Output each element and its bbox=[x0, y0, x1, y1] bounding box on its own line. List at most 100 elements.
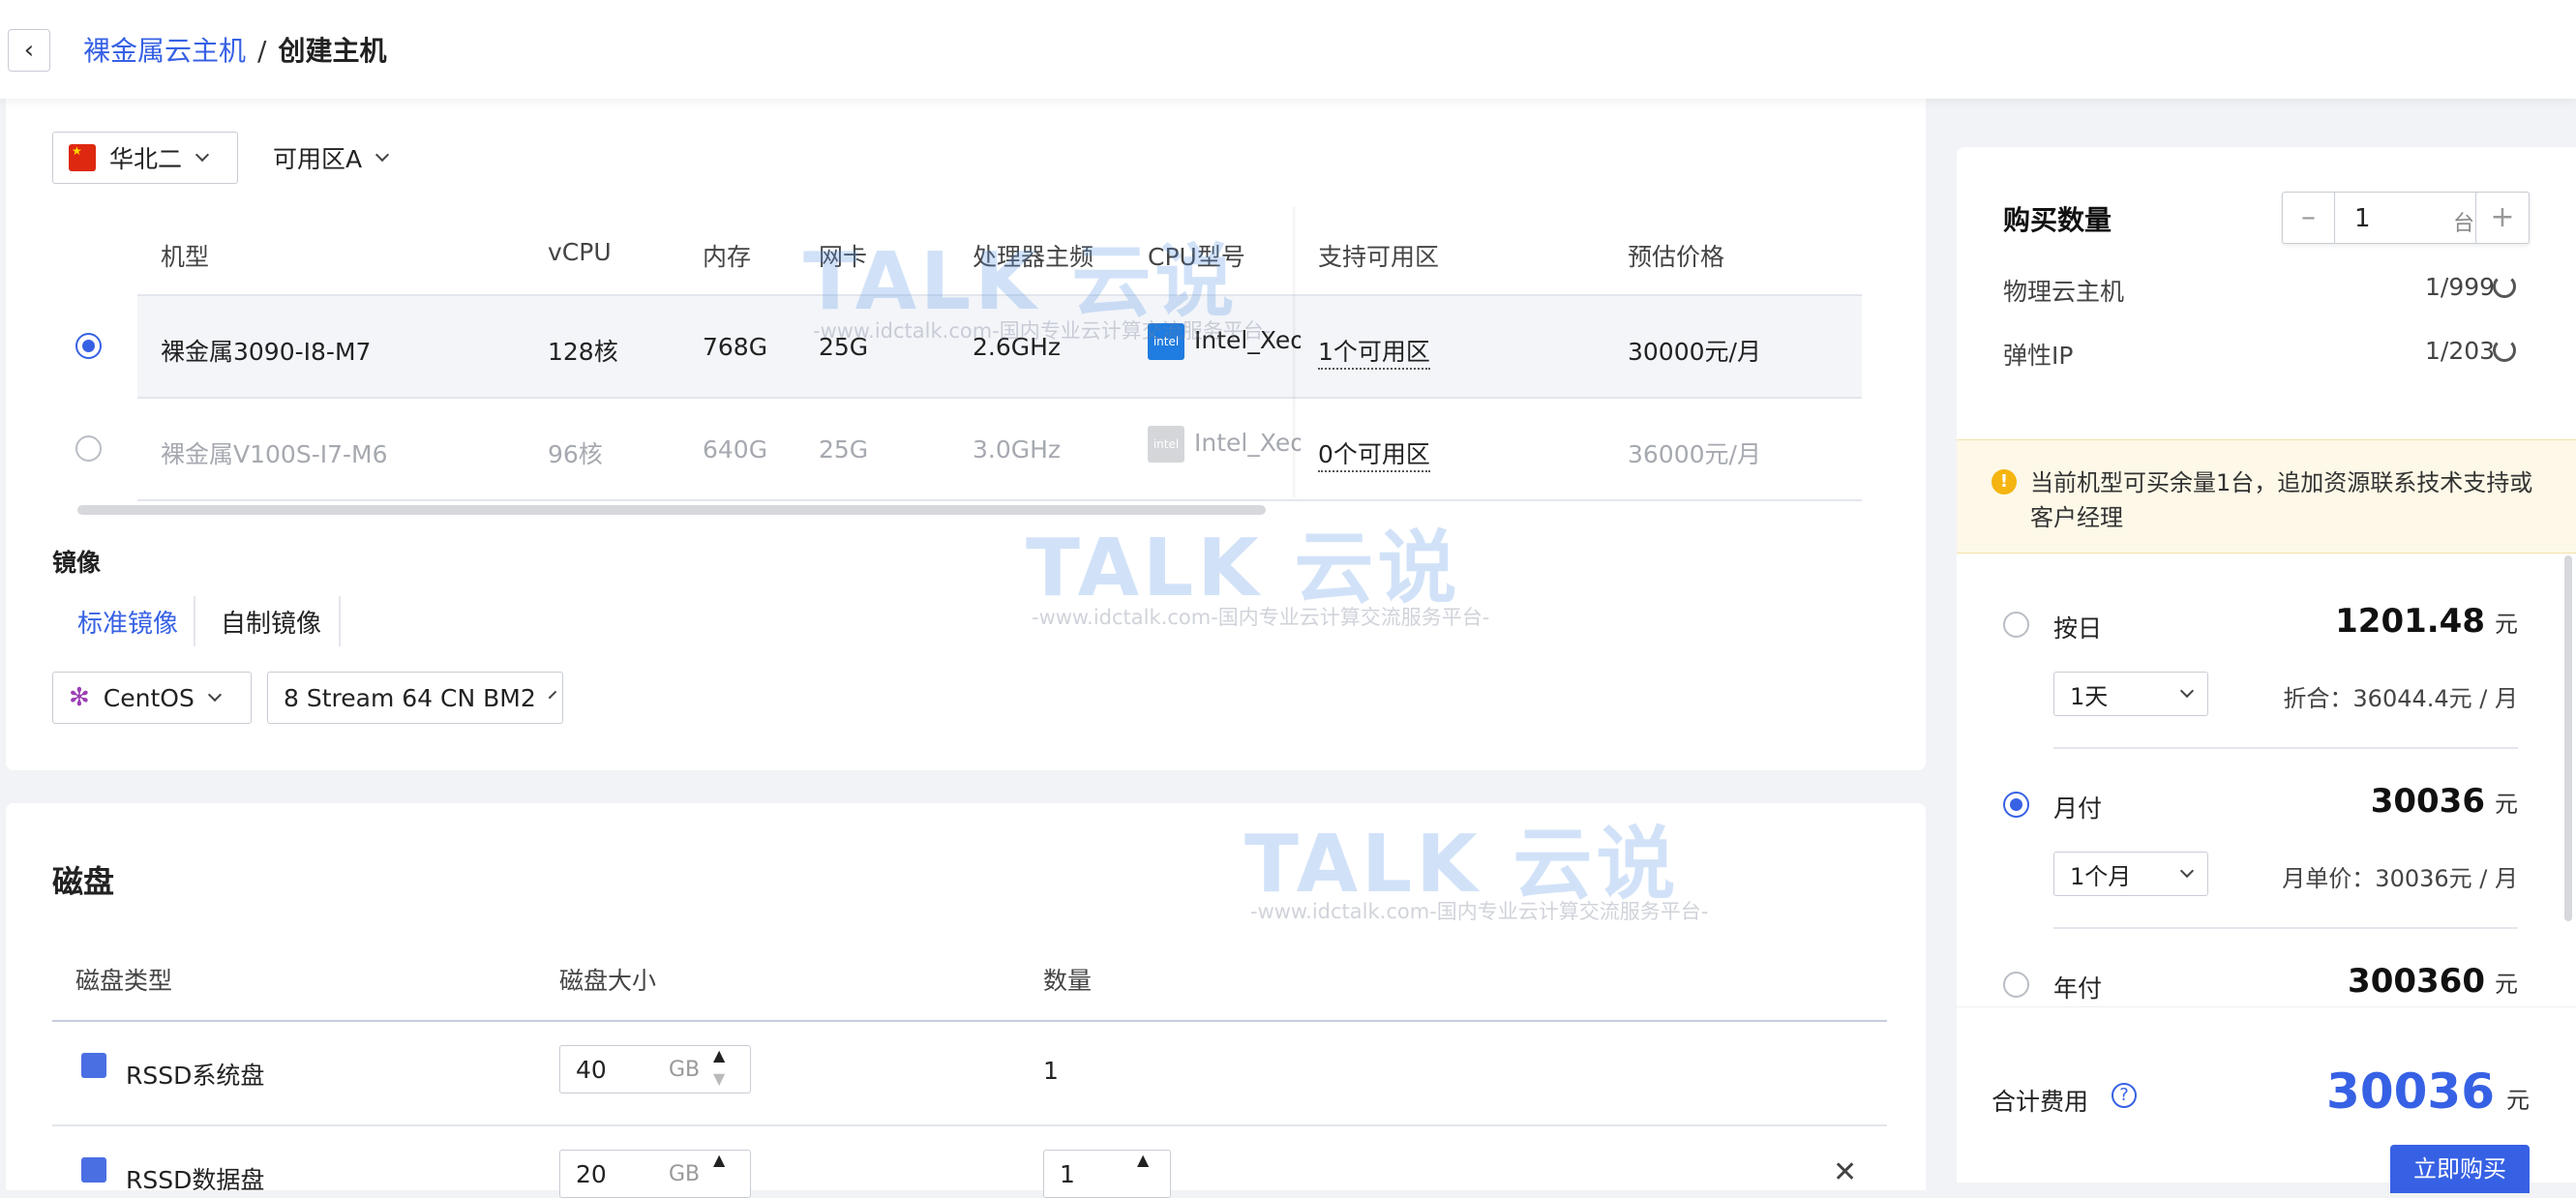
cell-model: 裸金属V100S-I7-M6 bbox=[161, 440, 388, 468]
os-value: CentOS bbox=[103, 683, 195, 712]
cell-model: 裸金属3090-I8-M7 bbox=[161, 338, 372, 366]
billing-daily-radio[interactable] bbox=[2003, 612, 2029, 638]
row-divider bbox=[137, 499, 1862, 501]
disk-count-input[interactable]: 1 ▲ bbox=[1043, 1150, 1171, 1198]
total-label: 合计费用 bbox=[1992, 1088, 2089, 1116]
cell-cpu: intel Intel_Xeo bbox=[1148, 323, 1301, 360]
cell-vcpu: 128核 bbox=[548, 338, 618, 366]
disk-size-unit: GB bbox=[669, 1162, 701, 1186]
remove-disk-icon[interactable]: ✕ bbox=[1833, 1155, 1857, 1189]
billing-monthly-price: 30036 元 bbox=[2371, 782, 2518, 821]
chevron-down-icon bbox=[195, 147, 210, 163]
image-tabs: 标准镜像 自制镜像 bbox=[52, 596, 341, 646]
daily-period-select[interactable]: 1天 bbox=[2053, 672, 2208, 716]
intel-icon: intel bbox=[1148, 323, 1184, 360]
chevron-left-icon: ‹ bbox=[23, 36, 35, 65]
billing-divider bbox=[2053, 747, 2518, 749]
tab-standard-image[interactable]: 标准镜像 bbox=[77, 604, 178, 640]
col-zones: 支持可用区 bbox=[1318, 243, 1440, 271]
cell-freq: 2.6GHz bbox=[973, 333, 1062, 361]
period-value: 1个月 bbox=[2070, 862, 2132, 890]
region-select[interactable]: 华北二 bbox=[52, 132, 238, 184]
buy-now-button[interactable]: 立即购买 bbox=[2390, 1145, 2530, 1193]
os-version-select[interactable]: 8 Stream 64 CN BM2 bbox=[267, 672, 563, 724]
warning-icon: ! bbox=[1992, 469, 2017, 494]
col-price: 预估价格 bbox=[1628, 243, 1725, 271]
eip-label: 弹性IP bbox=[2003, 342, 2074, 370]
horizontal-scrollbar[interactable] bbox=[77, 505, 1266, 515]
row-radio[interactable] bbox=[75, 435, 102, 462]
billing-daily-label: 按日 bbox=[2053, 614, 2103, 643]
col-disk-size: 磁盘大小 bbox=[559, 967, 657, 995]
col-model: 机型 bbox=[161, 243, 210, 271]
row-divider bbox=[52, 1124, 1887, 1126]
disk-size-input[interactable]: 20 GB ▲ bbox=[559, 1150, 751, 1198]
total-price: 30036 元 bbox=[2326, 1063, 2530, 1120]
physical-host-label: 物理云主机 bbox=[2003, 278, 2125, 306]
billing-yearly-price: 300360 元 bbox=[2348, 962, 2518, 1001]
disk-size-value: 20 bbox=[576, 1160, 607, 1188]
back-button[interactable]: ‹ bbox=[8, 29, 50, 72]
cell-nic: 25G bbox=[819, 435, 869, 464]
col-memory: 内存 bbox=[703, 243, 752, 271]
cell-zones-link[interactable]: 0个可用区 bbox=[1318, 435, 1430, 472]
col-nic: 网卡 bbox=[819, 243, 868, 271]
col-disk-type: 磁盘类型 bbox=[75, 967, 173, 995]
disk-header-divider bbox=[52, 1020, 1887, 1022]
disk-size-input[interactable]: 40 GB ▲ ▼ bbox=[559, 1045, 751, 1093]
disk-size-unit: GB bbox=[669, 1058, 701, 1082]
decrement-button[interactable]: – bbox=[2283, 193, 2335, 243]
billing-daily-note: 折合：36044.4元 / 月 bbox=[2283, 685, 2518, 712]
col-freq: 处理器主频 bbox=[973, 243, 1094, 271]
page-title: 创建主机 bbox=[278, 35, 387, 67]
region-value: 华北二 bbox=[109, 145, 183, 173]
billing-scrollbar[interactable] bbox=[2564, 555, 2572, 921]
price-value: 300360 bbox=[2348, 962, 2485, 1001]
chevron-down-icon bbox=[375, 147, 390, 163]
billing-monthly-radio[interactable] bbox=[2003, 792, 2029, 818]
billing-yearly-label: 年付 bbox=[2053, 974, 2103, 1003]
cell-vcpu: 96核 bbox=[548, 440, 603, 468]
decrement-arrow-icon[interactable]: ▼ bbox=[713, 1069, 725, 1088]
price-unit: 元 bbox=[2495, 971, 2518, 998]
row-radio-selected[interactable] bbox=[75, 333, 102, 359]
cell-price: 30000元/月 bbox=[1628, 338, 1761, 366]
top-bar: ‹ 裸金属云主机 / 创建主机 bbox=[0, 0, 2576, 99]
disk-count-value: 1 bbox=[1060, 1160, 1075, 1188]
price-value: 1201.48 bbox=[2335, 602, 2485, 641]
disk-icon bbox=[81, 1053, 106, 1078]
billing-monthly-note: 月单价：30036元 / 月 bbox=[2282, 865, 2518, 892]
disk-type: RSSD数据盘 bbox=[126, 1166, 265, 1194]
stock-warning: ! 当前机型可买余量1台，追加资源联系技术支持或客户经理 bbox=[1957, 439, 2576, 554]
centos-icon: ✻ bbox=[69, 683, 90, 712]
os-select[interactable]: ✻ CentOS bbox=[52, 672, 252, 724]
total-unit: 元 bbox=[2506, 1087, 2530, 1114]
refresh-icon[interactable] bbox=[2493, 339, 2516, 362]
zone-select[interactable]: 可用区A bbox=[257, 132, 404, 184]
disk-icon bbox=[81, 1157, 106, 1183]
cell-zones-link[interactable]: 1个可用区 bbox=[1318, 333, 1430, 370]
increment-arrow-icon[interactable]: ▲ bbox=[713, 1151, 725, 1169]
chevron-down-icon bbox=[2179, 683, 2195, 699]
intel-icon: intel bbox=[1148, 426, 1184, 463]
refresh-icon[interactable] bbox=[2493, 275, 2516, 298]
cell-cpu-text: Intel_Xeo bbox=[1194, 429, 1301, 457]
eip-value: 1/203 bbox=[2425, 337, 2496, 365]
help-icon[interactable]: ? bbox=[2112, 1083, 2137, 1108]
os-version-value: 8 Stream 64 CN BM2 bbox=[284, 683, 536, 712]
tab-custom-image[interactable]: 自制镜像 bbox=[221, 604, 321, 640]
monthly-period-select[interactable]: 1个月 bbox=[2053, 852, 2208, 896]
cell-nic: 25G bbox=[819, 333, 869, 361]
billing-yearly-radio[interactable] bbox=[2003, 972, 2029, 998]
increment-button[interactable]: + bbox=[2475, 192, 2530, 244]
disk-type: RSSD系统盘 bbox=[126, 1062, 265, 1090]
cell-price: 36000元/月 bbox=[1628, 440, 1761, 468]
increment-arrow-icon[interactable]: ▲ bbox=[713, 1046, 725, 1064]
disk-section-title: 磁盘 bbox=[52, 863, 115, 900]
chevron-down-icon bbox=[2179, 863, 2195, 879]
period-value: 1天 bbox=[2070, 682, 2109, 710]
purchase-qty-title: 购买数量 bbox=[2003, 204, 2112, 236]
breadcrumb-parent-link[interactable]: 裸金属云主机 bbox=[83, 35, 246, 67]
increment-arrow-icon[interactable]: ▲ bbox=[1137, 1151, 1149, 1169]
physical-host-value: 1/999 bbox=[2425, 273, 2496, 301]
